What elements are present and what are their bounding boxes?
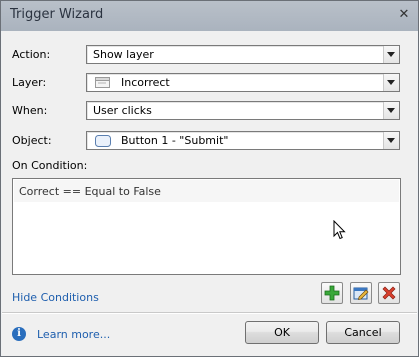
- mouse-cursor-icon: [333, 220, 346, 240]
- cancel-button[interactable]: Cancel: [326, 321, 400, 344]
- object-dropdown[interactable]: Button 1 - "Submit": [86, 131, 400, 150]
- layer-dropdown-arrow[interactable]: [383, 74, 399, 91]
- delete-condition-button[interactable]: [378, 282, 400, 304]
- chevron-down-icon: [387, 52, 395, 57]
- title-bar[interactable]: Trigger Wizard ✕: [1, 1, 418, 31]
- edit-icon: [353, 287, 369, 300]
- when-label: When:: [12, 104, 48, 117]
- when-value: User clicks: [93, 104, 152, 117]
- learn-more-link[interactable]: Learn more...: [37, 328, 110, 341]
- action-dropdown[interactable]: Show layer: [86, 45, 400, 64]
- plus-icon: [324, 285, 340, 301]
- action-value: Show layer: [93, 48, 154, 61]
- condition-row[interactable]: Correct == Equal to False: [14, 180, 399, 202]
- action-dropdown-arrow[interactable]: [383, 46, 399, 63]
- on-condition-label: On Condition:: [12, 159, 88, 172]
- object-label: Object:: [12, 134, 52, 147]
- when-dropdown-arrow[interactable]: [383, 102, 399, 119]
- delete-icon: [382, 286, 396, 300]
- when-dropdown[interactable]: User clicks: [86, 101, 400, 120]
- edit-condition-button[interactable]: [350, 282, 372, 304]
- chevron-down-icon: [387, 138, 395, 143]
- action-label: Action:: [12, 48, 51, 61]
- layer-dropdown[interactable]: Incorrect: [86, 73, 400, 92]
- object-value: Button 1 - "Submit": [121, 134, 229, 147]
- button-object-icon: [95, 135, 111, 147]
- dialog-title: Trigger Wizard: [10, 7, 104, 22]
- layer-value: Incorrect: [121, 76, 170, 89]
- object-dropdown-arrow[interactable]: [383, 132, 399, 149]
- info-icon: i: [12, 327, 26, 341]
- close-icon[interactable]: ✕: [396, 7, 412, 23]
- layer-icon: [95, 77, 110, 88]
- condition-text: Correct == Equal to False: [19, 185, 161, 198]
- dialog-body: Action: Show layer Layer: Incorrect When…: [2, 31, 417, 356]
- footer-divider: [2, 312, 417, 313]
- chevron-down-icon: [387, 80, 395, 85]
- hide-conditions-link[interactable]: Hide Conditions: [12, 291, 99, 304]
- ok-button[interactable]: OK: [245, 321, 319, 344]
- trigger-wizard-dialog: Trigger Wizard ✕ Action: Show layer Laye…: [0, 0, 419, 357]
- add-condition-button[interactable]: [321, 282, 343, 304]
- chevron-down-icon: [387, 108, 395, 113]
- layer-label: Layer:: [12, 76, 47, 89]
